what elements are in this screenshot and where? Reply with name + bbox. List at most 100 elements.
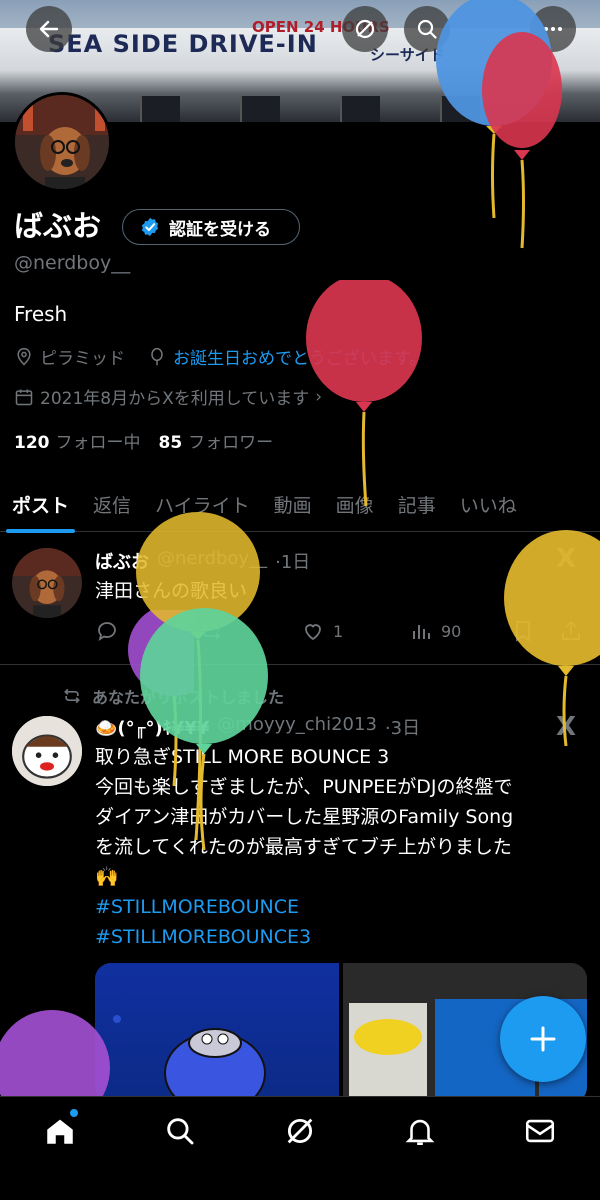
post-author-handle[interactable]: @nerdboy__ xyxy=(157,548,267,574)
view-count: 90 xyxy=(441,621,462,641)
nav-notifications[interactable] xyxy=(390,1111,450,1151)
profile-bio: Fresh xyxy=(14,302,68,326)
banner-window xyxy=(240,96,280,122)
repost-icon xyxy=(201,622,221,640)
location-text: ピラミッド xyxy=(40,349,125,369)
home-icon xyxy=(47,1119,73,1144)
post-emoji: 🙌 xyxy=(95,866,119,888)
tab-highlights[interactable]: ハイライト xyxy=(143,476,262,532)
cartoon-character-image xyxy=(113,1015,266,1103)
post-avatar[interactable] xyxy=(12,716,82,786)
hashtag-link[interactable]: #STILLMOREBOUNCE3 xyxy=(95,922,513,952)
tab-replies[interactable]: 返信 xyxy=(81,476,143,532)
bookmark-button[interactable] xyxy=(511,619,535,643)
tab-photos[interactable]: 画像 xyxy=(324,476,386,532)
bookmark-icon xyxy=(516,621,530,642)
get-verified-button[interactable]: 認証を受ける xyxy=(122,209,300,245)
repost-icon xyxy=(64,688,80,704)
chevron-right-icon: › xyxy=(315,386,323,407)
joined-text: 2021年8月からXを利用しています xyxy=(40,389,310,409)
following-label: フォロー中 xyxy=(55,433,141,453)
x-logo-icon: X xyxy=(556,544,577,574)
share-icon xyxy=(562,620,580,640)
tab-posts[interactable]: ポスト xyxy=(0,476,81,533)
bottom-navigation xyxy=(0,1096,600,1200)
location-pin-icon xyxy=(17,347,31,366)
grok-icon xyxy=(355,19,375,39)
post-header: 🍛(°╓°)ｷ¥¥¥ @moyyy_chi2013 ·3日 xyxy=(95,714,420,740)
media-image-left[interactable] xyxy=(95,963,339,1103)
notification-dot xyxy=(70,1109,78,1117)
back-button[interactable] xyxy=(26,6,72,52)
post-avatar[interactable] xyxy=(12,548,82,618)
search-icon xyxy=(167,1118,194,1145)
banner-window xyxy=(140,96,180,122)
share-button[interactable] xyxy=(559,619,583,643)
views-button[interactable]: 90 xyxy=(409,619,461,643)
banner-window xyxy=(440,96,480,122)
following-count: 120 xyxy=(14,433,50,453)
post-author-name[interactable]: ばぶお xyxy=(95,548,149,574)
post-line: を流してくれたのが最高すぎてブチ上がりました xyxy=(95,836,512,858)
post-divider xyxy=(0,664,600,665)
banner-sign-main: SEA SIDE DRIVE-IN xyxy=(48,30,318,58)
post-line: ダイアン津田がカバーした星野源のFamily Song xyxy=(95,806,514,828)
follow-stats: 120 フォロー中 85 フォロワー xyxy=(14,428,273,453)
views-icon xyxy=(413,625,430,639)
balloon-icon xyxy=(151,347,163,365)
banner-window xyxy=(340,96,380,122)
post-actions: 1 90 xyxy=(95,616,585,646)
arrow-left-icon xyxy=(39,20,59,38)
more-button[interactable] xyxy=(530,6,576,52)
nav-search[interactable] xyxy=(150,1111,210,1151)
verified-badge-icon xyxy=(141,217,159,237)
following-link[interactable]: 120 フォロー中 xyxy=(14,428,141,453)
dog-avatar-image xyxy=(15,95,109,189)
followers-link[interactable]: 85 フォロワー xyxy=(159,428,274,453)
nav-messages[interactable] xyxy=(510,1111,570,1151)
grok-button[interactable] xyxy=(342,6,388,52)
post-line: 今回も楽しすぎましたが、PUNPEEがDJの終盤で xyxy=(95,776,513,798)
post-time: ·3日 xyxy=(384,718,421,739)
tab-articles[interactable]: 記事 xyxy=(386,476,448,532)
followers-count: 85 xyxy=(158,433,183,453)
search-icon xyxy=(417,19,437,39)
reply-button[interactable] xyxy=(95,619,119,643)
post-time: ·1日 xyxy=(275,552,311,573)
profile-avatar[interactable] xyxy=(12,92,112,192)
post-body: 取り急ぎSTILL MORE BOUNCE 3 今回も楽しすぎましたが、PUNP… xyxy=(95,742,513,952)
nav-home[interactable] xyxy=(30,1109,90,1151)
more-icon xyxy=(544,27,562,31)
profile-tabs: ポスト 返信 ハイライト 動画 画像 記事 いいね xyxy=(0,476,600,533)
followers-label: フォロワー xyxy=(188,433,274,453)
tab-likes[interactable]: いいね xyxy=(448,476,529,532)
compose-post-button[interactable] xyxy=(500,996,586,1082)
like-count: 1 xyxy=(333,621,344,641)
post-header: ばぶお @nerdboy__ ·1日 xyxy=(95,548,310,574)
reply-icon xyxy=(98,622,116,641)
profile-meta-location: ピラミッド お誕生日おめでとうございます。 xyxy=(14,344,426,369)
repost-indicator: あなたがリポストしました xyxy=(62,684,284,708)
tab-videos[interactable]: 動画 xyxy=(262,476,324,532)
profile-meta-joined: 2021年8月からXを利用しています › xyxy=(14,384,322,409)
post-author-name[interactable]: 🍛(°╓°)ｷ¥¥¥ xyxy=(95,714,209,740)
mail-icon xyxy=(525,1119,555,1143)
post-line: 取り急ぎSTILL MORE BOUNCE 3 xyxy=(95,746,390,768)
hashtag-link[interactable]: #STILLMOREBOUNCE xyxy=(95,892,513,922)
birthday-text[interactable]: お誕生日おめでとうございます。 xyxy=(173,344,426,369)
character-avatar-image xyxy=(12,716,82,786)
post-text: 津田さんの歌良い xyxy=(95,580,248,602)
post-author-handle[interactable]: @moyyy_chi2013 xyxy=(217,714,377,740)
bell-icon xyxy=(405,1119,435,1146)
search-button[interactable] xyxy=(404,6,450,52)
calendar-icon xyxy=(15,389,33,405)
like-button[interactable]: 1 xyxy=(301,619,343,643)
repost-button[interactable] xyxy=(199,619,223,643)
grok-icon xyxy=(287,1118,313,1144)
profile-name: ばぶお xyxy=(14,209,102,243)
profile-handle: @nerdboy__ xyxy=(14,252,131,274)
x-logo-icon: X xyxy=(556,712,577,742)
nav-grok[interactable] xyxy=(270,1111,330,1151)
dog-avatar-image xyxy=(12,548,82,618)
get-verified-label: 認証を受ける xyxy=(169,219,271,240)
